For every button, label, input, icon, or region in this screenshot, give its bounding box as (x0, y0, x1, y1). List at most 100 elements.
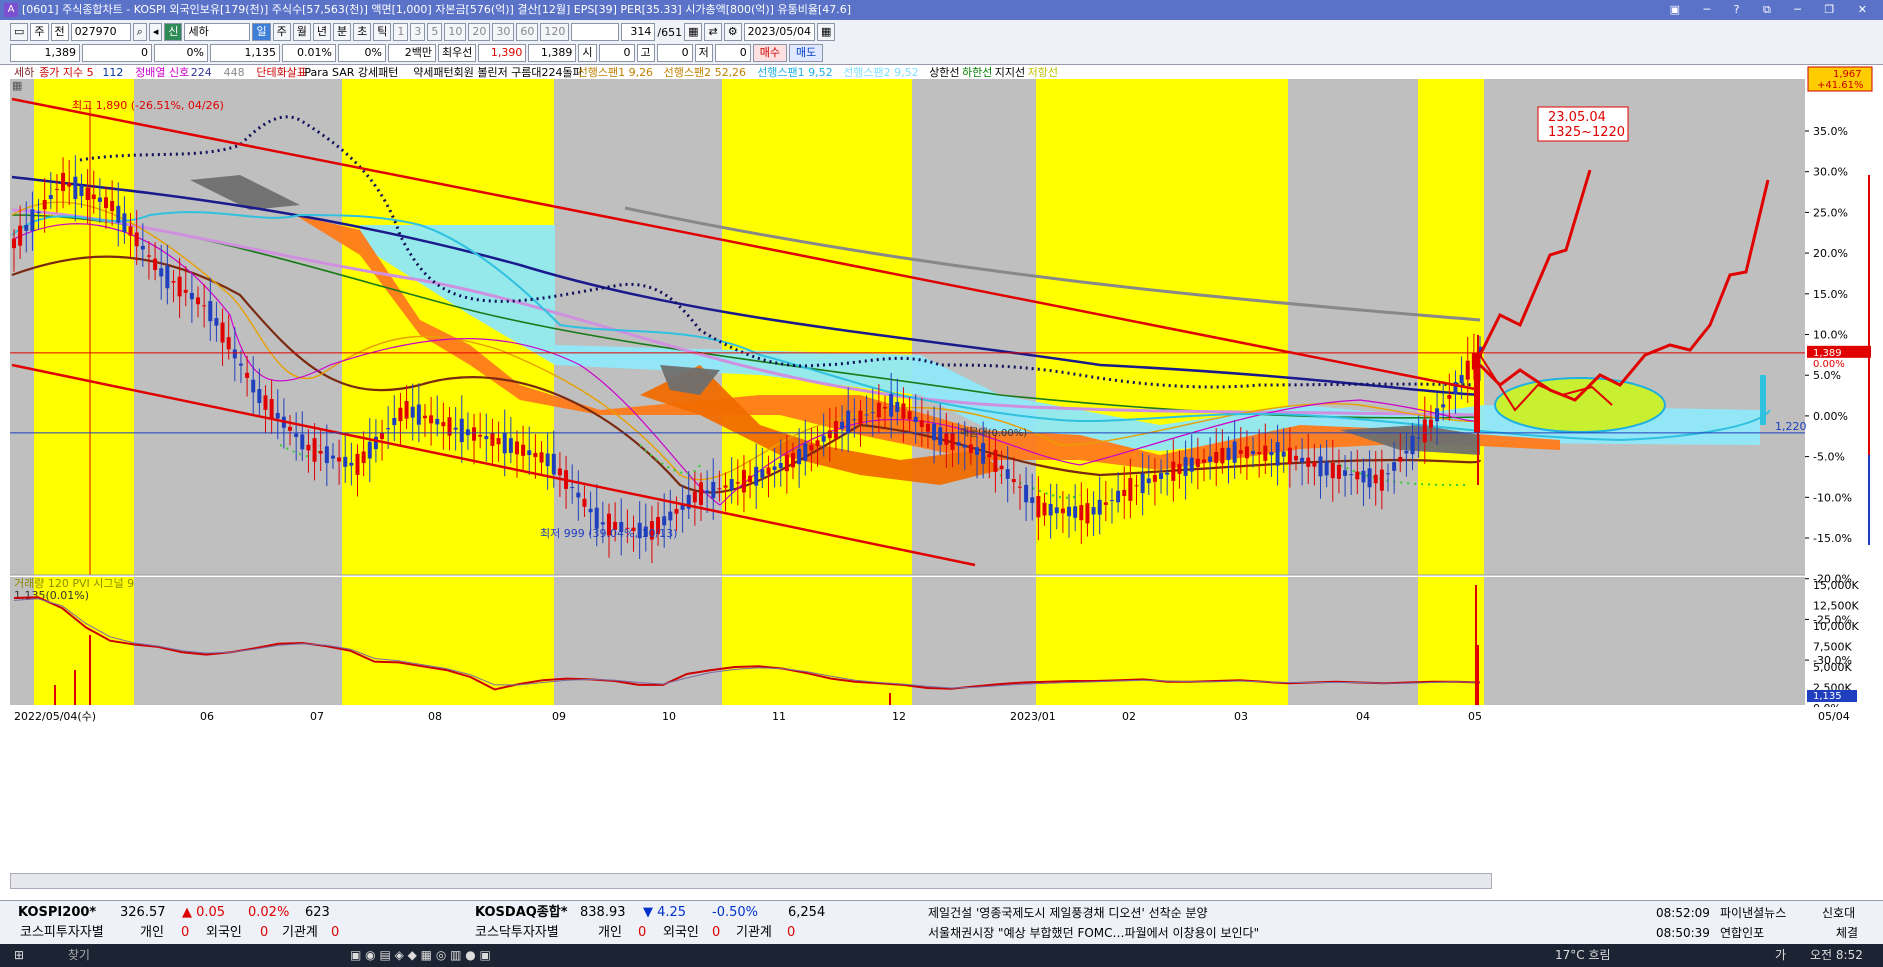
candle-body (1017, 486, 1022, 488)
compare-icon[interactable]: ⇄ (704, 23, 722, 41)
candle-body (1220, 448, 1225, 464)
window-controls[interactable]: ▣ ─ ? ⧉ ─ ❐ ✕ (1670, 0, 1877, 20)
candle-body (741, 469, 746, 493)
kosdaq-value: 838.93 (580, 905, 626, 920)
kospi200-name[interactable]: KOSPI200* (18, 903, 96, 923)
kosdaq-name[interactable]: KOSDAQ종합* (475, 903, 568, 923)
candle-body (1330, 462, 1335, 479)
news-headline-1[interactable]: 제일건설 '영종국제도시 제일풍경채 디오션' 선착순 분양 (928, 903, 1208, 923)
search-icon[interactable]: ⌕ (132, 23, 147, 41)
candle-body (527, 450, 532, 456)
candle-body (999, 465, 1004, 470)
volume-profile-label: 매물대(0.00%) (960, 427, 1027, 439)
legend-item: 회원 볼린저 구름대224돌파 (454, 66, 583, 79)
period-tick[interactable]: 틱 (373, 23, 392, 41)
candle-body (698, 482, 703, 505)
windows-start-icon[interactable]: ⊞ (14, 948, 24, 962)
quote-change: 0 (82, 44, 152, 62)
candle-body (1134, 485, 1139, 487)
candle-body (196, 297, 201, 305)
kosdaq-personal-value: 0 (638, 925, 647, 940)
current-price-tag-label: 1,389 (1813, 348, 1842, 359)
period-year[interactable]: 년 (312, 23, 331, 41)
candle-body (97, 197, 102, 202)
legend-item: 선행스팬2 52,26 (664, 66, 746, 79)
candle-body (245, 372, 250, 378)
y-tick-label: -5.0% (1813, 451, 1845, 464)
interval-30[interactable]: 30 (492, 23, 515, 41)
layout-button[interactable]: ▭ (10, 23, 29, 41)
low-label: 저 (694, 44, 713, 62)
mode-select[interactable]: 주 (30, 23, 49, 41)
buy-button[interactable]: 매수 (752, 44, 787, 62)
chart-area[interactable]: 세하 종가 지수 5 112 정배열 신호 224 448 단테화살표 Para SAR 강세… (0, 65, 1883, 893)
corner-pct: +41.61% (1817, 80, 1864, 91)
legend-item: 약세패턴 (413, 65, 453, 79)
candle-body (864, 414, 869, 416)
bar-count-input[interactable]: 314 (621, 23, 656, 41)
ime-indicator[interactable]: 가 (1775, 944, 1786, 967)
candle-body (18, 225, 23, 246)
window-titlebar: A [0601] 주식종합차트 - KOSPI 외국인보유[179(천)] 주식수… (0, 0, 1883, 20)
interval-1[interactable]: 1 (393, 23, 409, 41)
x-tick-label: 08 (428, 710, 442, 723)
chart-tool-icon[interactable]: ▦ (684, 23, 703, 41)
candle-body (944, 433, 949, 445)
stock-code-input[interactable]: 027970 (70, 23, 131, 41)
period-day[interactable]: 일 (252, 23, 271, 41)
panel-menu-icon[interactable]: ▦ (12, 79, 22, 92)
period-week[interactable]: 주 (272, 23, 291, 41)
interval-60[interactable]: 60 (516, 23, 539, 41)
os-taskbar: ⊞ 찾기 ▣ ◉ ▤ ◈ ◆ ▦ ◎ ▥ ● ▣ 17°C 흐림 가 오전 8:… (0, 944, 1883, 967)
unit-label: 2백만 (388, 44, 436, 62)
candle-body (484, 436, 489, 440)
calendar-icon[interactable]: ▦ (816, 23, 836, 41)
y-tick-label: -15.0% (1813, 532, 1852, 545)
news-headline-2[interactable]: 서울채권시장 "예상 부합했던 FOMC…파월에서 이창용이 보인다" (928, 923, 1259, 943)
candle-body (1238, 450, 1243, 454)
y-tick-label: 0.00% (1813, 410, 1848, 423)
prev-select[interactable]: 전 (50, 23, 69, 41)
candle-body (496, 438, 501, 445)
candle-body (380, 432, 385, 439)
candle-body (502, 432, 507, 454)
favorite-tag[interactable]: 신 (164, 23, 183, 41)
interval-10[interactable]: 10 (444, 23, 467, 41)
candle-body (429, 415, 434, 424)
stock-name-field[interactable]: 세하 (184, 23, 251, 41)
news-extra-2: 체결 (1836, 926, 1859, 940)
news-time-2: 08:50:39 (1656, 926, 1710, 940)
sell-button[interactable]: 매도 (789, 44, 824, 62)
legend-item: 단테화살표 (256, 66, 307, 79)
candle-body (1048, 503, 1053, 516)
date-input[interactable]: 2023/05/04 (743, 23, 815, 41)
interval-3[interactable]: 3 (410, 23, 426, 41)
kospi-investor-label[interactable]: 코스피투자자별 (20, 923, 104, 943)
interval-5[interactable]: 5 (427, 23, 443, 41)
news-extra-1: 신호대 (1822, 906, 1856, 920)
candle-body (1416, 437, 1421, 439)
candle-body (79, 185, 84, 197)
speaker-icon[interactable]: ◂ (148, 23, 163, 41)
interval-20[interactable]: 20 (468, 23, 491, 41)
interval-custom-input[interactable] (571, 23, 620, 41)
period-month[interactable]: 월 (292, 23, 311, 41)
taskbar-apps[interactable]: ▣ ◉ ▤ ◈ ◆ ▦ ◎ ▥ ● ▣ (350, 944, 491, 967)
horizontal-scrollbar[interactable] (10, 873, 1492, 889)
high-label: 고 (636, 44, 655, 62)
x-tick-label: 04 (1356, 710, 1370, 723)
candle-body (422, 415, 427, 419)
interval-120[interactable]: 120 (540, 23, 570, 41)
legend-item: 정배열 신호 (135, 66, 189, 79)
taskbar-search[interactable]: 찾기 (68, 948, 90, 962)
gear-icon[interactable]: ⚙ (723, 23, 742, 41)
candle-body (1379, 469, 1384, 491)
kosdaq-investor-label[interactable]: 코스닥투자자별 (475, 923, 559, 943)
candle-body (1085, 503, 1090, 524)
candle-body (766, 467, 771, 475)
candle-body (551, 453, 556, 475)
period-minute[interactable]: 분 (332, 23, 352, 41)
chart-svg[interactable]: 세하 종가 지수 5 112 정배열 신호 224 448 단테화살표Para SAR 강세… (0, 65, 1883, 893)
candle-body (809, 444, 814, 451)
period-second[interactable]: 초 (353, 23, 372, 41)
